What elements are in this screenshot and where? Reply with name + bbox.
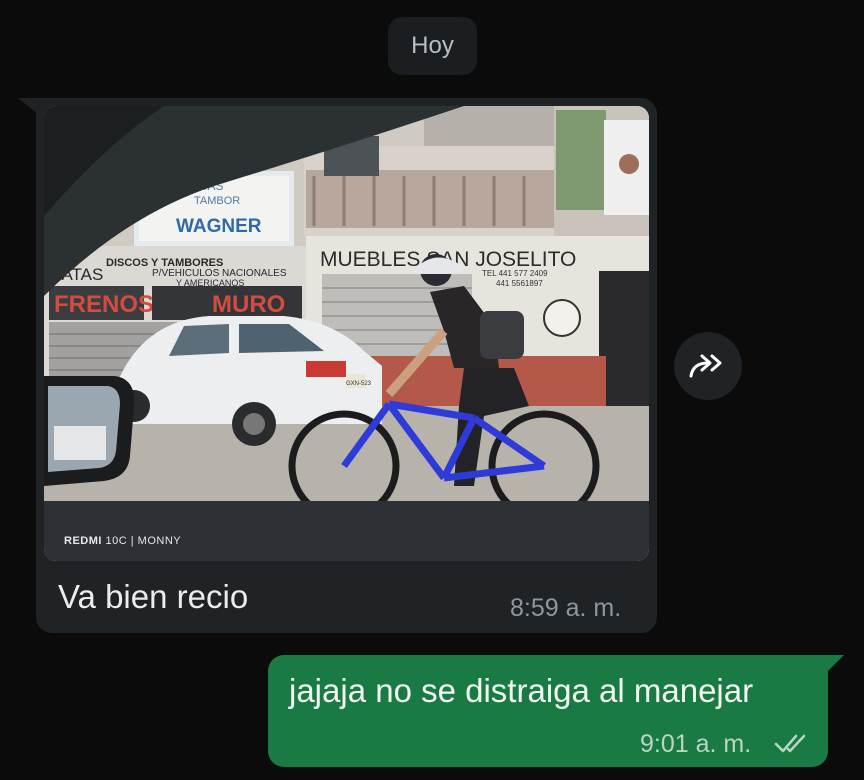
outgoing-message-time: 9:01 a. m. [640, 730, 752, 758]
sign-frenos: FRENOS [54, 291, 154, 318]
incoming-message-text: Va bien recio [58, 578, 249, 615]
date-separator: Hoy [388, 17, 477, 75]
photo-watermark: REDMI 10C | MONNY [64, 535, 181, 547]
incoming-message-time: 8:59 a. m. [510, 594, 622, 622]
message-photo[interactable]: ATAS TAMBOR WAGNER DISCOS Y TAMBORES LAT… [44, 106, 649, 561]
outgoing-bubble-tail [828, 655, 844, 671]
sign-tel1: TEL 441 577 2409 [482, 269, 548, 278]
incoming-bubble-tail [18, 98, 38, 114]
sign-wagner: WAGNER [176, 216, 262, 237]
photo-watermark-brand: REDMI [64, 535, 102, 547]
double-check-icon [774, 734, 806, 753]
photo-illustration: ATAS TAMBOR WAGNER DISCOS Y TAMBORES LAT… [44, 106, 649, 561]
photo-watermark-rest: 10C | MONNY [102, 535, 181, 547]
forward-icon [689, 354, 722, 378]
date-separator-label: Hoy [411, 32, 454, 59]
forward-button[interactable] [674, 332, 742, 400]
outgoing-message-text: jajaja no se distraiga al manejar [289, 672, 754, 709]
sign-tel2: 441 5561897 [496, 279, 543, 288]
sign-plate: GXN-523 [346, 381, 372, 387]
sign-muro: MURO [212, 291, 285, 318]
sign-tambor: TAMBOR [194, 195, 240, 207]
